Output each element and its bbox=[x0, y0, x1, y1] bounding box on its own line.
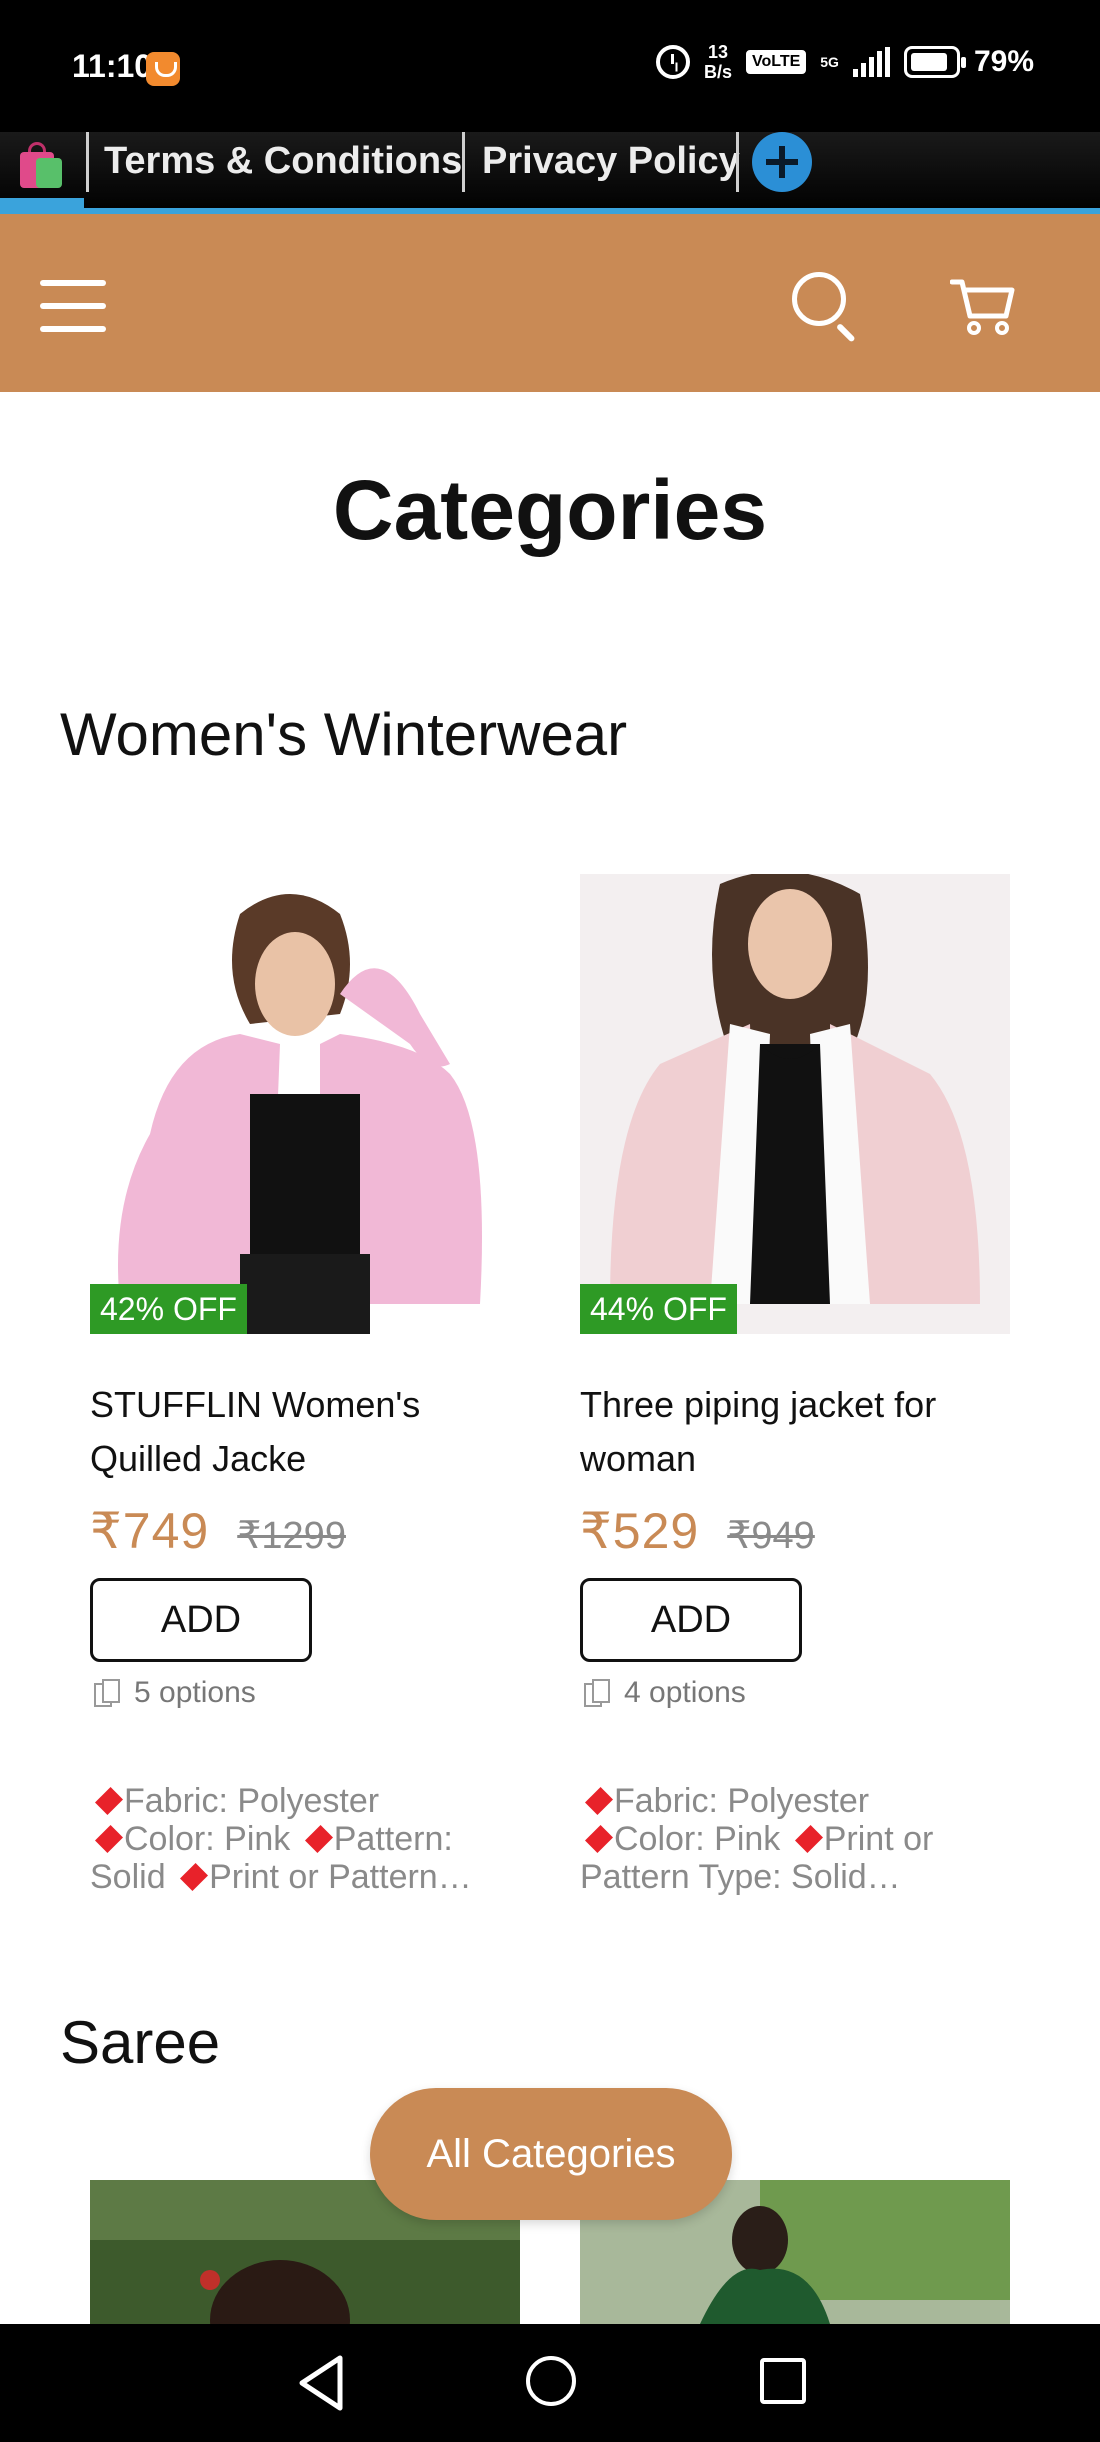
status-time: 11:10 bbox=[72, 48, 153, 84]
product-image[interactable]: 44% OFF bbox=[580, 874, 1010, 1334]
shortcut-tab-strip: Terms & Conditions Privacy Policy bbox=[0, 132, 1100, 214]
options-icon bbox=[584, 1679, 614, 1707]
product-name[interactable]: Three piping jacket for woman bbox=[580, 1378, 1010, 1486]
price-row: ₹749 ₹1299 bbox=[90, 1502, 346, 1560]
add-tab-icon[interactable] bbox=[752, 132, 812, 192]
status-bar: 11:10 13 B/s VoLTE 5G 79% bbox=[0, 0, 1100, 132]
tab-terms-conditions[interactable]: Terms & Conditions bbox=[104, 140, 462, 183]
options-info[interactable]: 5 options bbox=[94, 1676, 256, 1710]
volte-badge: VoLTE bbox=[745, 50, 807, 74]
back-icon[interactable] bbox=[294, 2354, 350, 2412]
section-title-womens-winterwear[interactable]: Women's Winterwear bbox=[60, 700, 627, 769]
tab-divider bbox=[462, 132, 465, 192]
product-description: Fabric: Polyester Color: Pink Print or P… bbox=[580, 1782, 934, 1896]
add-to-cart-button[interactable]: ADD bbox=[90, 1578, 312, 1662]
red-diamond-icon bbox=[180, 1862, 209, 1892]
search-icon[interactable] bbox=[792, 272, 858, 343]
options-count: 5 options bbox=[134, 1676, 256, 1709]
price-row: ₹529 ₹949 bbox=[580, 1502, 815, 1560]
product-card[interactable]: 42% OFF STUFFLIN Women's Quilled Jacke ₹… bbox=[90, 874, 520, 1904]
cart-icon[interactable] bbox=[949, 276, 1016, 336]
all-categories-button[interactable]: All Categories bbox=[370, 2088, 732, 2220]
notification-app-icon bbox=[146, 52, 180, 86]
red-diamond-icon bbox=[584, 1824, 614, 1854]
options-count: 4 options bbox=[624, 1676, 746, 1709]
options-info[interactable]: 4 options bbox=[584, 1676, 746, 1710]
network-type: 5G bbox=[820, 54, 839, 70]
red-diamond-icon bbox=[794, 1824, 823, 1854]
hamburger-menu-icon[interactable] bbox=[40, 280, 106, 332]
red-diamond-icon bbox=[304, 1824, 333, 1854]
product-mrp: ₹949 bbox=[727, 1515, 815, 1557]
shop-logo-icon[interactable] bbox=[14, 138, 66, 194]
discount-badge: 42% OFF bbox=[90, 1284, 247, 1334]
red-diamond-icon bbox=[94, 1786, 124, 1816]
product-image[interactable]: 42% OFF bbox=[90, 874, 520, 1334]
tab-divider bbox=[86, 132, 89, 192]
product-price: ₹749 bbox=[90, 1503, 210, 1559]
tab-divider bbox=[736, 132, 739, 192]
options-icon bbox=[94, 1679, 124, 1707]
discount-badge: 44% OFF bbox=[580, 1284, 737, 1334]
page-title: Categories bbox=[332, 463, 768, 557]
add-to-cart-button[interactable]: ADD bbox=[580, 1578, 802, 1662]
data-speed: 13 B/s bbox=[703, 42, 732, 82]
product-card[interactable]: 44% OFF Three piping jacket for woman ₹5… bbox=[580, 874, 1010, 1904]
red-diamond-icon bbox=[94, 1824, 124, 1854]
product-mrp: ₹1299 bbox=[237, 1515, 346, 1557]
home-icon[interactable] bbox=[526, 2356, 576, 2406]
red-diamond-icon bbox=[584, 1786, 614, 1816]
system-navigation-bar bbox=[0, 2324, 1100, 2442]
alarm-icon bbox=[655, 45, 690, 79]
app-header bbox=[0, 214, 1100, 392]
status-indicators: 13 B/s VoLTE 5G 79% bbox=[655, 42, 1034, 82]
signal-strength-icon bbox=[852, 47, 890, 77]
tab-privacy-policy[interactable]: Privacy Policy bbox=[482, 140, 740, 183]
battery-percent: 79% bbox=[973, 45, 1034, 78]
product-description: Fabric: Polyester Color: Pink Pattern: S… bbox=[90, 1782, 472, 1896]
section-title-saree[interactable]: Saree bbox=[60, 2008, 220, 2077]
product-name[interactable]: STUFFLIN Women's Quilled Jacke bbox=[90, 1378, 520, 1486]
product-price: ₹529 bbox=[580, 1503, 700, 1559]
battery-icon bbox=[903, 46, 966, 78]
recent-apps-icon[interactable] bbox=[760, 2358, 806, 2404]
